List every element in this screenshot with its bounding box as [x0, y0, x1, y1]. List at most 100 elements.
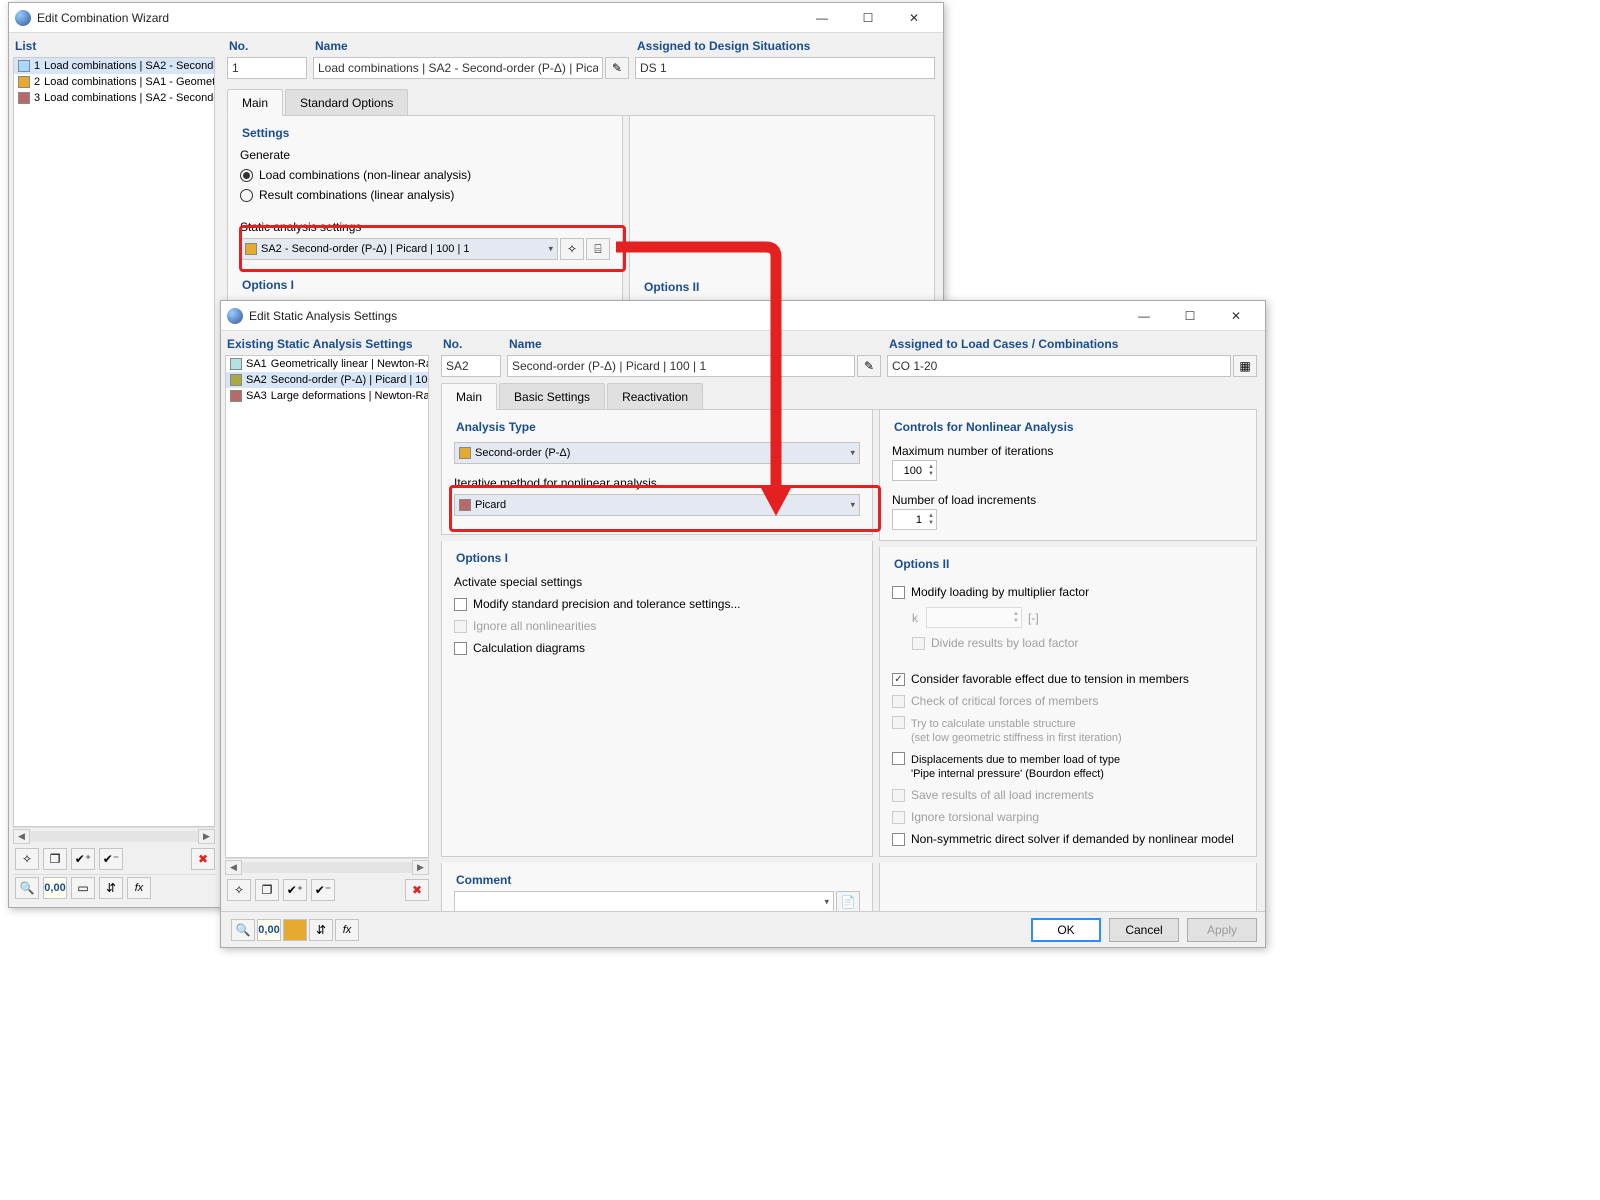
chk-displacements[interactable]: [892, 752, 905, 765]
edit-name-button[interactable]: ✎: [605, 57, 629, 79]
palette-button[interactable]: ▭: [71, 877, 95, 899]
app-icon: [227, 308, 243, 324]
tab-standard-options[interactable]: Standard Options: [285, 89, 408, 115]
window-title: Edit Static Analysis Settings: [249, 309, 1121, 323]
check-none-button[interactable]: ✔⁻: [99, 848, 123, 870]
close-button[interactable]: [891, 4, 937, 32]
tab-basic-settings[interactable]: Basic Settings: [499, 383, 605, 409]
list-item[interactable]: 1Load combinations | SA2 - Second-o: [14, 58, 214, 74]
tree-button[interactable]: ⇵: [309, 919, 333, 941]
tab-main[interactable]: Main: [441, 383, 497, 410]
chk-save-increments: [892, 789, 905, 802]
radio-load-combinations[interactable]: [240, 169, 253, 182]
settings-header: Settings: [240, 126, 610, 144]
load-increments-spinner[interactable]: 1: [892, 509, 937, 530]
assigned-label: Assigned to Load Cases / Combinations: [887, 337, 1257, 355]
assigned-input[interactable]: [635, 57, 935, 79]
swatch-icon: [230, 390, 242, 402]
max-iterations-label: Maximum number of iterations: [892, 444, 1244, 458]
chk-nonsymmetric[interactable]: [892, 833, 905, 846]
tab-reactivation[interactable]: Reactivation: [607, 383, 703, 409]
chevron-down-icon: ▾: [850, 500, 855, 511]
list-item[interactable]: SA2Second-order (P-Δ) | Picard | 100 |: [226, 372, 428, 388]
no-input[interactable]: [227, 57, 307, 79]
list-item[interactable]: SA1Geometrically linear | Newton-Rap: [226, 356, 428, 372]
new-item-button[interactable]: ✧: [15, 848, 39, 870]
close-button[interactable]: [1213, 302, 1259, 330]
swatch-icon: [18, 76, 30, 88]
options1-header: Options I: [454, 551, 860, 569]
list-item[interactable]: 3Load combinations | SA2 - Second-o: [14, 90, 214, 106]
minimize-button[interactable]: [1121, 302, 1167, 330]
check-all-button[interactable]: ✔⁺: [71, 848, 95, 870]
titlebar: Edit Combination Wizard: [9, 3, 943, 33]
swatch-icon: [18, 60, 30, 72]
assigned-input[interactable]: [887, 355, 1231, 377]
copy-item-button[interactable]: ❐: [255, 879, 279, 901]
comment-select[interactable]: ▾: [454, 891, 834, 911]
swatch-icon: [230, 374, 242, 386]
activate-special-settings-label: Activate special settings: [454, 575, 860, 589]
iterative-method-value: Picard: [475, 499, 506, 511]
list-header: List: [13, 39, 215, 57]
ok-button[interactable]: OK: [1031, 918, 1101, 942]
minimize-button[interactable]: [799, 4, 845, 32]
chevron-down-icon: ▾: [548, 244, 553, 255]
check-all-button[interactable]: ✔⁺: [283, 879, 307, 901]
delete-button[interactable]: ✖: [191, 848, 215, 870]
decimal-button[interactable]: 0,00: [43, 877, 67, 899]
color-button[interactable]: [283, 919, 307, 941]
fx-button[interactable]: fx: [335, 919, 359, 941]
chk-nonsymmetric-label: Non-symmetric direct solver if demanded …: [911, 832, 1234, 846]
delete-button[interactable]: ✖: [405, 879, 429, 901]
tab-main[interactable]: Main: [227, 89, 283, 116]
new-item-button[interactable]: ✧: [227, 879, 251, 901]
list-item[interactable]: SA3Large deformations | Newton-Rap: [226, 388, 428, 404]
edit-sas-button[interactable]: ⌸: [586, 238, 610, 260]
fx-button[interactable]: fx: [127, 877, 151, 899]
cancel-button[interactable]: Cancel: [1109, 918, 1179, 942]
list-scrollbar[interactable]: ◀▶: [225, 858, 429, 875]
copy-item-button[interactable]: ❐: [43, 848, 67, 870]
list-item[interactable]: 2Load combinations | SA1 - Geometric: [14, 74, 214, 90]
maximize-button[interactable]: [1167, 302, 1213, 330]
name-input[interactable]: [313, 57, 603, 79]
iterative-method-select[interactable]: Picard ▾: [454, 494, 860, 516]
chk-calculation-diagrams[interactable]: [454, 642, 467, 655]
no-label: No.: [441, 337, 501, 355]
chk-multiplier-label: Modify loading by multiplier factor: [911, 585, 1089, 599]
app-icon: [15, 10, 31, 26]
wizard-list[interactable]: 1Load combinations | SA2 - Second-o 2Loa…: [13, 57, 215, 827]
chk-tension-label: Consider favorable effect due to tension…: [911, 672, 1189, 686]
chevron-down-icon: ▾: [824, 897, 829, 908]
assigned-more-button[interactable]: ▦: [1233, 355, 1257, 377]
options2-header: Options II: [642, 280, 922, 298]
controls-nonlinear-header: Controls for Nonlinear Analysis: [892, 420, 1244, 438]
options1-header: Options I: [240, 278, 610, 296]
titlebar: Edit Static Analysis Settings: [221, 301, 1265, 331]
list-scrollbar[interactable]: ◀▶: [13, 827, 215, 844]
check-none-button[interactable]: ✔⁻: [311, 879, 335, 901]
maximize-button[interactable]: [845, 4, 891, 32]
no-input[interactable]: [441, 355, 501, 377]
apply-button[interactable]: Apply: [1187, 918, 1257, 942]
search-button[interactable]: 🔍: [15, 877, 39, 899]
max-iterations-spinner[interactable]: 100: [892, 460, 937, 481]
existing-list[interactable]: SA1Geometrically linear | Newton-Rap SA2…: [225, 355, 429, 858]
name-input[interactable]: [507, 355, 855, 377]
analysis-type-select[interactable]: Second-order (P-Δ) ▾: [454, 442, 860, 464]
static-analysis-settings-select[interactable]: SA2 - Second-order (P-Δ) | Picard | 100 …: [240, 238, 558, 260]
comment-more-button[interactable]: 📄: [836, 891, 860, 911]
search-button[interactable]: 🔍: [231, 919, 255, 941]
chk-tension[interactable]: [892, 673, 905, 686]
radio-result-combinations-label: Result combinations (linear analysis): [259, 188, 454, 202]
chk-multiplier[interactable]: [892, 586, 905, 599]
new-sas-button[interactable]: ✧: [560, 238, 584, 260]
options2-header: Options II: [892, 557, 1244, 575]
static-analysis-settings-label: Static analysis settings: [240, 220, 610, 234]
chk-precision[interactable]: [454, 598, 467, 611]
radio-result-combinations[interactable]: [240, 189, 253, 202]
tree-button[interactable]: ⇵: [99, 877, 123, 899]
decimal-button[interactable]: 0,00: [257, 919, 281, 941]
edit-name-button[interactable]: ✎: [857, 355, 881, 377]
